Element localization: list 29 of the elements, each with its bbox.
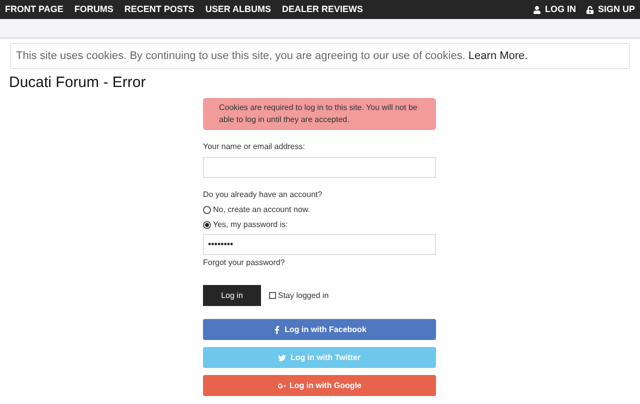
login-button[interactable]: Log in: [203, 285, 261, 306]
nav-link[interactable]: SIGN UP: [586, 2, 635, 16]
cookie-text: This site uses cookies. By continuing to use this site, you are agreeing to our use of cookies.: [16, 48, 466, 64]
nav-link[interactable]: FRONT PAGE: [5, 2, 64, 16]
error-message: Cookies are required to log in to this site. You will not be able to log in until they are accepted.: [203, 98, 436, 130]
nav-link[interactable]: USER ALBUMS: [205, 2, 272, 16]
password-input-field[interactable]: ••••••••: [203, 234, 436, 255]
field-label: Your name or email address:: [203, 141, 306, 153]
page-title: Ducati Forum - Error: [9, 74, 147, 92]
checkbox[interactable]: [269, 292, 276, 299]
social-login-button[interactable]: Log in with Facebook: [203, 319, 436, 340]
nav-link[interactable]: FORUMS: [74, 2, 114, 16]
name-input-field[interactable]: [203, 157, 436, 178]
radio-button[interactable]: [203, 221, 211, 229]
forgot-password-link[interactable]: Forgot your password?: [203, 257, 436, 269]
user-icon: [532, 6, 541, 14]
nav-link[interactable]: DEALER REVIEWS: [282, 2, 364, 16]
nav-link[interactable]: RECENT POSTS: [124, 2, 194, 16]
nav-link[interactable]: LOG IN: [532, 2, 576, 16]
radio-button[interactable]: [203, 206, 211, 214]
radio-label: No, create an account now.: [213, 204, 310, 216]
bird-icon: [278, 354, 286, 362]
padlock-icon: [586, 6, 594, 14]
learn-more-link[interactable]: Learn More.: [468, 48, 528, 64]
facebook-icon: [272, 326, 281, 334]
field-label: Do you already have an account?: [203, 189, 324, 201]
radio-label: Yes, my password is:: [213, 219, 288, 231]
checkbox-label: Stay logged in: [278, 290, 329, 302]
google-plus-icon: [278, 382, 286, 390]
